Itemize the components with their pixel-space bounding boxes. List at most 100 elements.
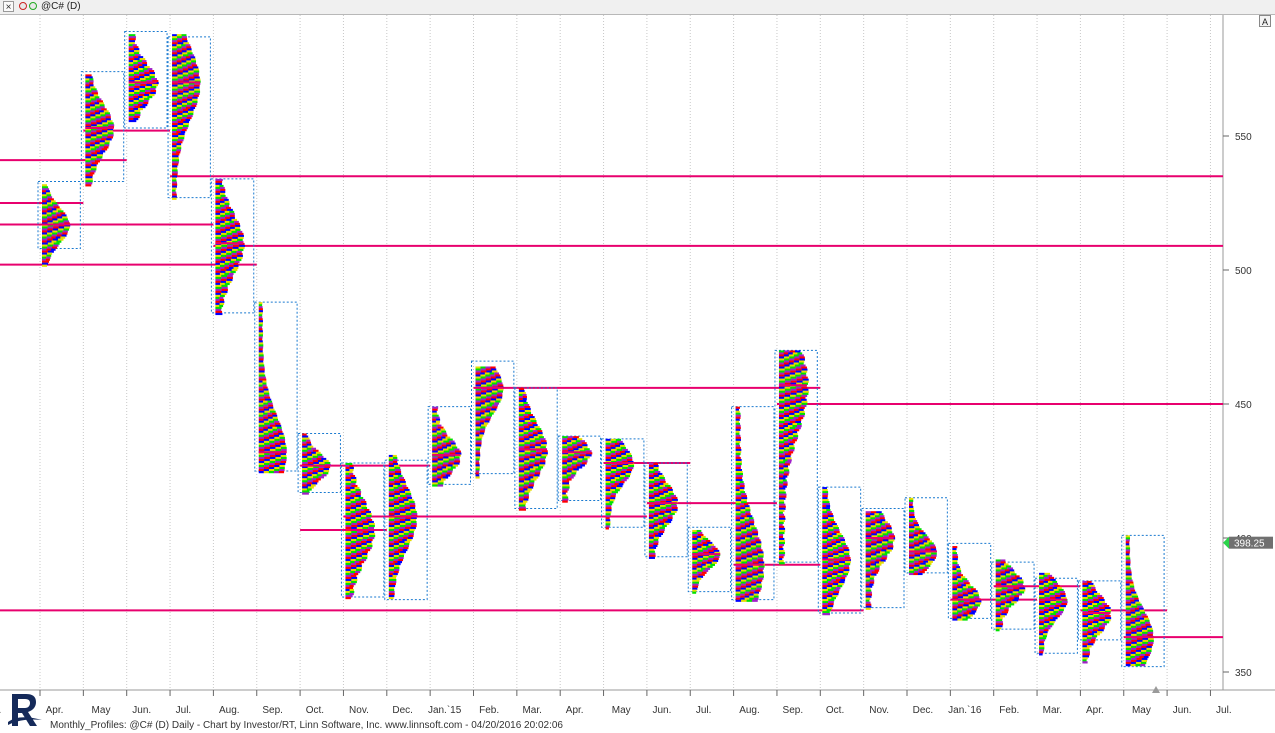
- profile-bar: [90, 160, 96, 163]
- profile-bar: [876, 533, 883, 536]
- auto-scale-button[interactable]: A: [1259, 15, 1271, 27]
- profile-bar: [345, 588, 350, 592]
- profile-bar: [280, 448, 287, 452]
- profile-bar: [187, 114, 193, 118]
- profile-bar: [610, 456, 617, 460]
- profile-bar: [101, 136, 108, 139]
- profile-bar: [224, 200, 230, 204]
- profile-bar: [46, 256, 51, 259]
- profile-bar: [355, 570, 361, 574]
- profile-bar: [924, 564, 931, 567]
- profile-bar: [312, 476, 319, 479]
- profile-bar: [485, 408, 492, 411]
- value-area-boxes: [37, 30, 1165, 668]
- profile-bar: [432, 462, 438, 465]
- close-icon[interactable]: ×: [3, 1, 14, 13]
- profile-bar: [973, 592, 979, 595]
- profile-bar: [128, 74, 135, 77]
- profile-bar: [1130, 653, 1136, 657]
- profile-bar: [448, 448, 455, 451]
- red-circle-icon[interactable]: [19, 2, 27, 10]
- profile-bar: [739, 481, 744, 484]
- profile-bar: [708, 543, 714, 547]
- profile-bar: [582, 446, 588, 449]
- profile-bar: [258, 434, 265, 438]
- profile-bar: [778, 487, 786, 490]
- profile-bar: [258, 471, 264, 474]
- profile-bar: [778, 457, 786, 460]
- profile-bar: [258, 354, 264, 357]
- profile-bar: [822, 555, 828, 558]
- profile-bar: [264, 444, 270, 448]
- profile-bar: [47, 238, 53, 241]
- profile-bar: [658, 474, 664, 478]
- green-circle-icon[interactable]: [29, 2, 37, 10]
- profile-bar: [225, 222, 231, 226]
- profile-bar: [865, 513, 871, 516]
- profile-bar: [150, 91, 156, 95]
- profile-bar: [523, 498, 529, 501]
- profile-bar: [653, 468, 659, 472]
- profile-bar: [562, 474, 567, 477]
- profile-bar: [735, 551, 742, 554]
- profile-bar: [879, 517, 885, 520]
- profile-bar: [85, 122, 92, 125]
- profile-bar: [215, 244, 222, 248]
- profile-bar: [394, 562, 401, 566]
- profile-bar: [752, 555, 759, 558]
- profile-bar: [735, 489, 740, 492]
- profile-bar: [1136, 657, 1143, 661]
- profile-bar: [388, 460, 394, 464]
- profile-bar: [51, 202, 58, 205]
- profile-bar: [962, 578, 968, 581]
- profile-bar: [995, 619, 1003, 622]
- profile-bar: [1088, 584, 1095, 588]
- profile-bar: [345, 522, 352, 526]
- profile-bar: [740, 541, 747, 544]
- profile-bar: [355, 558, 361, 562]
- profile-bar: [1082, 605, 1088, 608]
- profile-bar: [480, 400, 486, 403]
- profile-bar: [740, 591, 746, 594]
- profile-bar: [778, 362, 785, 365]
- profile-bar: [1052, 586, 1058, 590]
- profile-bar: [229, 216, 235, 220]
- profile-bar: [572, 458, 578, 461]
- profile-bar: [1047, 580, 1053, 584]
- profile-bar: [181, 56, 187, 59]
- profile-bar: [388, 562, 395, 566]
- profile-bar: [740, 491, 746, 494]
- profile-bar: [610, 489, 616, 492]
- profile-bar: [735, 583, 741, 586]
- profile-bar: [874, 513, 880, 516]
- profile-bar: [1125, 577, 1132, 580]
- profile-bar: [1005, 571, 1011, 574]
- profile-bar: [106, 120, 113, 123]
- profile-bar: [995, 603, 1001, 606]
- profile-bar: [215, 218, 221, 222]
- profile-bar: [229, 260, 235, 264]
- profile-bar: [778, 469, 785, 472]
- profile-bar: [918, 536, 924, 539]
- profile-bar: [441, 432, 447, 435]
- profile-bar: [562, 448, 568, 451]
- profile-bar: [317, 453, 323, 457]
- profile-bar: [995, 591, 1002, 594]
- profile-bar: [1088, 592, 1095, 596]
- profile-bar: [870, 569, 875, 572]
- profile-bar: [1125, 537, 1130, 540]
- profile-bar: [475, 474, 480, 477]
- profile-bar: [692, 563, 697, 566]
- profile-bar: [827, 573, 833, 576]
- profile-bar: [351, 522, 358, 526]
- profile-bar: [172, 50, 178, 53]
- profile-bar: [85, 94, 90, 97]
- profile-bar: [268, 432, 274, 436]
- profile-bar: [518, 472, 525, 475]
- profile-bar: [258, 454, 265, 458]
- profile-bar: [437, 482, 444, 485]
- profile-bar: [271, 412, 277, 415]
- profile-bar: [1006, 577, 1012, 580]
- profile-bar: [302, 445, 308, 448]
- profile-bar: [146, 84, 153, 87]
